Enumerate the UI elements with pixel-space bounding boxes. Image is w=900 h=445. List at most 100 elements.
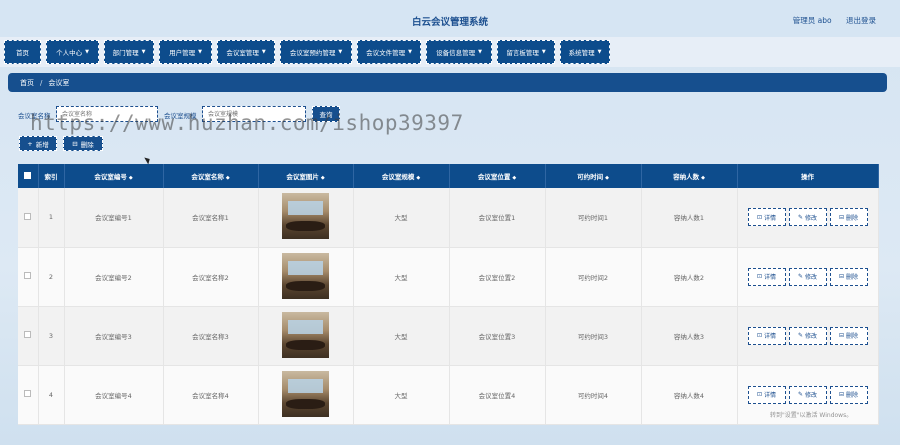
detail-icon: ⊡ <box>756 273 762 280</box>
nav-item-system[interactable]: 系统管理 ▼ <box>560 40 610 64</box>
nav-item-files[interactable]: 会议文件管理 ▼ <box>357 40 421 64</box>
table-header-row: 索引 会议室编号 ◆ 会议室名称 ◆ 会议室图片 ◆ 会议室规模 ◆ 会议室位置 ◆ 可约… <box>18 164 879 188</box>
col-location[interactable]: 会议室位置 ◆ <box>449 164 546 188</box>
trash-icon: ⊟ <box>838 332 844 339</box>
cell-capacity: 容纳人数3 <box>641 306 738 366</box>
select-all-cell <box>18 164 39 188</box>
edit-button[interactable]: ✎ 修改 <box>788 385 827 404</box>
select-all-checkbox[interactable] <box>24 171 32 179</box>
breadcrumb-current: 会议室 <box>48 78 70 87</box>
batch-delete-button[interactable]: ⊟ 删除 <box>63 136 103 151</box>
breadcrumb-separator: / <box>40 78 43 87</box>
trash-icon: ⊟ <box>838 213 844 221</box>
col-code[interactable]: 会议室编号 ◆ <box>64 164 164 188</box>
room-thumbnail[interactable] <box>282 193 329 240</box>
breadcrumb-home[interactable]: 首页 <box>20 78 34 88</box>
cell-location: 会议室位置4 <box>449 365 546 425</box>
search-button[interactable]: 查询 <box>312 106 340 122</box>
row-checkbox[interactable] <box>24 212 32 220</box>
nav-item-department[interactable]: 部门管理 ▼ <box>104 40 154 64</box>
col-image[interactable]: 会议室图片 ◆ <box>258 164 354 188</box>
sort-icon: ◆ <box>225 175 230 181</box>
cell-code: 会议室编号1 <box>64 188 164 248</box>
pencil-icon: ✎ <box>797 273 803 280</box>
cell-index: 3 <box>38 306 65 366</box>
cell-index: 4 <box>38 365 65 425</box>
col-capacity[interactable]: 容纳人数 ◆ <box>641 164 738 188</box>
detail-button[interactable]: ⊡ 详情 <box>747 385 786 404</box>
col-time[interactable]: 可约时间 ◆ <box>545 164 642 188</box>
cell-location: 会议室位置3 <box>449 306 546 366</box>
cell-code: 会议室编号2 <box>64 247 164 307</box>
add-button[interactable]: + 新增 <box>19 136 57 151</box>
trash-icon: ⊟ <box>838 273 844 280</box>
nav-item-home[interactable]: 首页 <box>4 40 41 64</box>
cell-actions: ⊡ 详情 ✎ 修改 ⊟ 删除 <box>737 188 879 248</box>
nav-item-devices[interactable]: 设备信息管理 ▼ <box>426 40 492 64</box>
room-thumbnail[interactable] <box>282 311 329 358</box>
chevron-down-icon: ▼ <box>408 49 412 55</box>
cell-scale: 大型 <box>353 306 450 366</box>
row-checkbox[interactable] <box>24 331 32 338</box>
cell-capacity: 容纳人数4 <box>641 365 738 425</box>
edit-button[interactable]: ✎ 修改 <box>788 267 827 286</box>
logout-link[interactable]: 退出登录 <box>846 16 876 25</box>
cell-image <box>258 247 354 307</box>
cell-location: 会议室位置2 <box>449 247 546 307</box>
cell-time: 可约时间3 <box>545 306 642 366</box>
delete-button[interactable]: ⊟ 删除 <box>829 267 868 286</box>
sort-icon: ◆ <box>512 175 517 181</box>
cell-image <box>258 188 354 248</box>
cell-name: 会议室名称1 <box>163 188 259 248</box>
row-checkbox-cell <box>18 247 39 307</box>
cell-scale: 大型 <box>353 247 450 307</box>
nav-item-rooms[interactable]: 会议室管理 ▼ <box>217 40 275 64</box>
pencil-icon: ✎ <box>797 332 803 339</box>
row-checkbox[interactable] <box>24 272 32 279</box>
chevron-down-icon: ▼ <box>478 49 482 55</box>
delete-button[interactable]: ⊟ 删除 <box>829 326 868 345</box>
cell-time: 可约时间4 <box>545 365 642 425</box>
detail-button[interactable]: ⊡ 详情 <box>747 326 786 345</box>
cell-actions: ⊡ 详情 ✎ 修改 ⊟ 删除 <box>737 306 879 366</box>
room-thumbnail[interactable] <box>282 370 329 417</box>
edit-button[interactable]: ✎ 修改 <box>788 326 827 345</box>
nav-item-users[interactable]: 用户管理 ▼ <box>159 40 212 64</box>
delete-button[interactable]: ⊟ 删除 <box>829 208 868 227</box>
sort-icon: ◆ <box>701 175 705 181</box>
room-name-input[interactable] <box>56 106 158 122</box>
delete-button[interactable]: ⊟ 删除 <box>829 385 868 404</box>
cell-code: 会议室编号3 <box>64 306 164 366</box>
nav-item-messages[interactable]: 留言板管理 ▼ <box>497 40 555 64</box>
cell-code: 会议室编号4 <box>64 365 164 425</box>
room-thumbnail[interactable] <box>282 252 329 299</box>
chevron-down-icon: ▼ <box>338 49 343 55</box>
user-area: 管理员 abo 退出登录 <box>781 15 876 26</box>
col-name[interactable]: 会议室名称 ◆ <box>163 164 259 188</box>
sort-icon: ◆ <box>128 175 133 181</box>
cell-index: 2 <box>38 247 65 307</box>
sort-icon: ◆ <box>605 175 609 181</box>
detail-button[interactable]: ⊡ 详情 <box>747 267 786 286</box>
nav-item-reservations[interactable]: 会议室预约管理 ▼ <box>280 40 352 64</box>
detail-button[interactable]: ⊡ 详情 <box>747 208 786 227</box>
trash-icon: ⊟ <box>838 391 844 398</box>
room-scale-input[interactable] <box>202 106 306 122</box>
col-actions: 操作 <box>737 164 879 188</box>
chevron-down-icon: ▼ <box>541 49 546 55</box>
nav-item-profile[interactable]: 个人中心 ▼ <box>46 40 99 64</box>
plus-icon: + <box>27 139 33 148</box>
current-user-label[interactable]: 管理员 abo <box>793 16 832 25</box>
cell-capacity: 容纳人数1 <box>641 188 738 248</box>
room-scale-label: 会议室规模 <box>164 112 197 120</box>
edit-button[interactable]: ✎ 修改 <box>788 208 827 227</box>
row-checkbox[interactable] <box>24 390 32 397</box>
cell-time: 可约时间1 <box>545 188 642 248</box>
cell-scale: 大型 <box>353 365 450 425</box>
top-header: 白云会议管理系统 管理员 abo 退出登录 <box>0 0 900 37</box>
sort-icon: ◆ <box>320 175 325 181</box>
cell-name: 会议室名称3 <box>163 306 259 366</box>
detail-icon: ⊡ <box>756 213 762 221</box>
breadcrumb: 首页 / 会议室 <box>8 73 887 92</box>
col-scale[interactable]: 会议室规模 ◆ <box>353 164 450 188</box>
